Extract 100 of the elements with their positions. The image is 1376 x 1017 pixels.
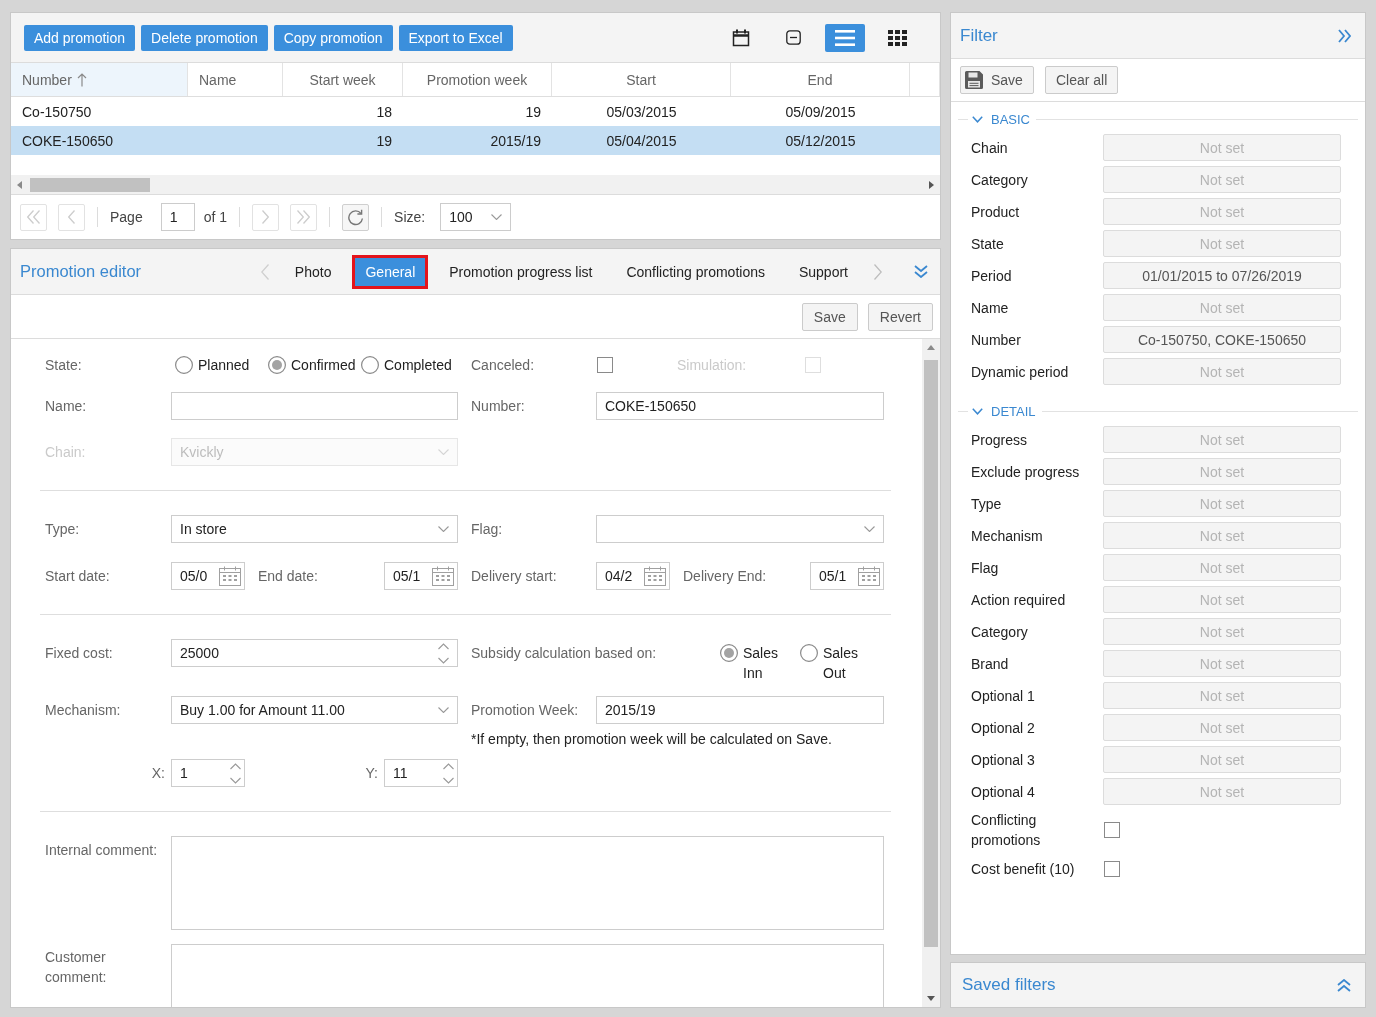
tab[interactable]: Photo — [281, 254, 345, 289]
filter-label: Conflicting promotions — [971, 811, 1042, 850]
scroll-left-arrow-icon[interactable] — [17, 180, 22, 189]
page-label: Page — [110, 209, 143, 225]
table-cell: COKE-150650 — [22, 132, 114, 149]
filter-label: Period — [971, 266, 1013, 286]
radio-button[interactable] — [361, 356, 379, 374]
field-label: State: — [45, 356, 83, 375]
dropdown[interactable]: In store — [171, 515, 458, 543]
double-chevron-right-icon — [297, 210, 311, 224]
tab[interactable]: Conflicting promotions — [613, 254, 778, 289]
chevron-right-icon[interactable] — [874, 263, 882, 280]
page-input[interactable]: 1 — [160, 203, 195, 231]
text-field[interactable]: 2015/19 — [596, 696, 884, 724]
double-chevron-down-icon[interactable] — [914, 265, 928, 278]
double-chevron-up-icon[interactable] — [1337, 978, 1351, 992]
calendar-icon — [732, 28, 750, 47]
scrollbar-thumb[interactable] — [30, 177, 150, 192]
dropdown[interactable]: Buy 1.00 for Amount 11.00 — [171, 696, 458, 724]
dropdown[interactable] — [596, 515, 884, 543]
action-button[interactable]: Clear all — [1044, 66, 1119, 94]
field-label: Promotion Week: — [471, 701, 580, 720]
radio-label: Confirmed — [291, 357, 356, 373]
text-area[interactable] — [171, 836, 884, 930]
scrollbar-thumb[interactable] — [924, 360, 938, 947]
view-toggle-button[interactable] — [825, 23, 865, 52]
table-cell: 05/09/2015 — [785, 103, 856, 120]
chevron-down-icon — [972, 115, 983, 123]
double-chevron-left-icon — [27, 210, 40, 224]
date-field[interactable]: 05/1 — [810, 562, 884, 590]
toolbar-button[interactable]: Delete promotion — [141, 24, 268, 51]
table-row[interactable]: COKE-150650 19 2015/19 05/04/2015 05/12/2015 — [11, 126, 940, 155]
field-label: Subsidy calculation based on: — [471, 644, 658, 663]
list-icon — [835, 29, 855, 46]
filter-label: Exclude progress — [971, 462, 1081, 482]
radio-button[interactable] — [800, 644, 818, 662]
checkbox[interactable] — [1104, 860, 1120, 877]
tab[interactable]: General — [352, 254, 429, 289]
date-field[interactable]: 04/2 — [596, 562, 670, 590]
text-field[interactable] — [171, 392, 458, 420]
filter-select-field[interactable]: Co-150750, COKE-150650 — [1103, 326, 1341, 353]
section-toggle[interactable]: DETAIL — [972, 403, 1036, 419]
checkbox[interactable] — [597, 357, 613, 373]
spinner-icon[interactable] — [438, 642, 449, 664]
field-label: Number: — [471, 397, 526, 416]
radio-label: Sales Inn — [743, 644, 780, 683]
table-cell: 05/03/2015 — [606, 103, 677, 120]
field-label: Mechanism: — [45, 701, 122, 720]
filter-label: State — [971, 234, 1005, 254]
filter-label: Brand — [971, 654, 1010, 674]
radio-button[interactable] — [175, 356, 193, 374]
filter-select-field[interactable]: 01/01/2015 to 07/26/2019 — [1103, 262, 1341, 289]
horizontal-scrollbar[interactable] — [11, 175, 940, 194]
vertical-scrollbar[interactable] — [922, 339, 940, 1007]
action-button[interactable]: Revert — [867, 302, 933, 331]
table-cell: 05/12/2015 — [785, 132, 856, 149]
page-size-dropdown[interactable]: 100 — [440, 203, 512, 231]
double-chevron-right-icon[interactable] — [1338, 28, 1351, 43]
field-label: Canceled: — [471, 356, 536, 375]
column-header[interactable]: Name — [188, 63, 283, 96]
column-header[interactable]: Number — [11, 63, 188, 96]
scroll-down-arrow-icon[interactable] — [927, 996, 935, 1001]
filter-label: Mechanism — [971, 526, 1044, 546]
scroll-up-arrow-icon[interactable] — [927, 345, 935, 350]
filter-label: Dynamic period — [971, 362, 1070, 382]
section-toggle[interactable]: BASIC — [972, 111, 1030, 127]
filter-label: Chain — [971, 138, 1009, 158]
text-field[interactable]: COKE-150650 — [596, 392, 884, 420]
action-button[interactable]: Save — [960, 66, 1034, 94]
table-row[interactable]: Co-150750 18 19 05/03/2015 05/09/2015 — [11, 97, 940, 126]
radio-button[interactable] — [268, 356, 286, 374]
column-header[interactable]: Promotion week — [403, 63, 552, 96]
toolbar-button[interactable]: Add promotion — [24, 24, 136, 51]
tab[interactable]: Support — [785, 254, 861, 289]
number-field[interactable]: 25000 — [171, 639, 458, 667]
date-field[interactable]: 05/0 — [171, 562, 245, 590]
filter-label: Progress — [971, 430, 1029, 450]
size-label: Size: — [394, 209, 426, 225]
refresh-button[interactable] — [342, 203, 370, 231]
scroll-right-arrow-icon[interactable] — [929, 180, 934, 189]
filter-label: Optional 1 — [971, 686, 1036, 706]
number-field[interactable]: 11 — [384, 759, 458, 787]
calendar-icon — [644, 566, 666, 586]
column-header[interactable]: End — [731, 63, 910, 96]
checkbox[interactable] — [1104, 822, 1120, 838]
filter-label: Name — [971, 298, 1010, 318]
date-field[interactable]: 05/1 — [384, 562, 458, 590]
spinner-icon[interactable] — [230, 762, 241, 784]
spinner-icon[interactable] — [443, 762, 454, 784]
refresh-icon — [347, 208, 365, 226]
table-cell: 19 — [525, 103, 541, 120]
column-header[interactable]: Start week — [283, 63, 403, 96]
toolbar-button[interactable]: Export to Excel — [398, 24, 513, 51]
field-label: Internal comment: — [45, 841, 159, 860]
radio-button[interactable] — [720, 644, 738, 662]
column-header[interactable]: Start — [552, 63, 731, 96]
tab[interactable]: Promotion progress list — [436, 254, 606, 289]
action-button[interactable]: Save — [801, 302, 858, 331]
number-field[interactable]: 1 — [171, 759, 245, 787]
toolbar-button[interactable]: Copy promotion — [273, 24, 393, 51]
